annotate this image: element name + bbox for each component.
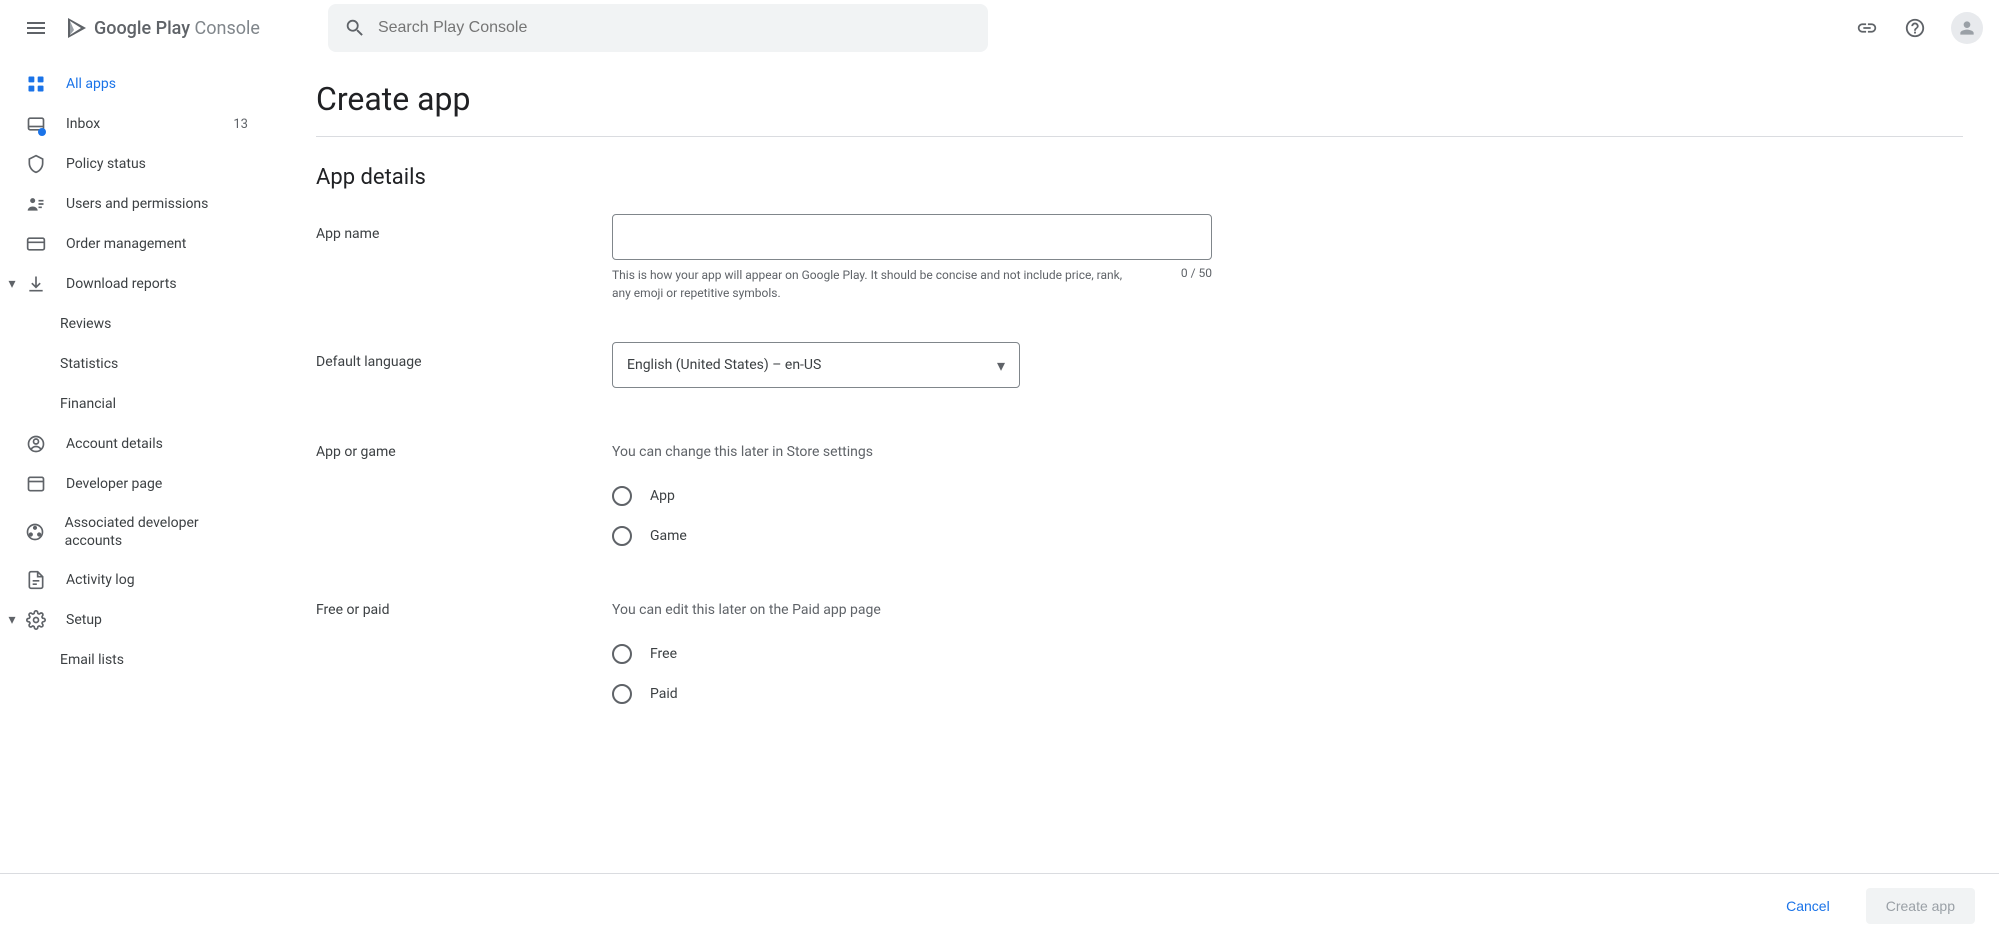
free-or-paid-row: Free or paid You can edit this later on …	[316, 602, 1963, 724]
footer-actions: Cancel Create app	[0, 873, 1999, 937]
notification-dot	[38, 128, 46, 136]
sidebar-item-label: Activity log	[66, 572, 135, 588]
sidebar-item-developer-page[interactable]: Developer page	[0, 464, 264, 504]
sidebar-item-label: Download reports	[66, 276, 177, 292]
gear-icon	[24, 608, 48, 632]
sidebar-item-all-apps[interactable]: All apps	[0, 64, 264, 104]
chevron-down-icon: ▾	[997, 356, 1005, 375]
radio-option-app[interactable]: App	[612, 486, 1212, 506]
sidebar-item-order-management[interactable]: Order management	[0, 224, 264, 264]
hamburger-menu-button[interactable]	[16, 8, 56, 48]
link-icon	[1856, 17, 1878, 39]
app-or-game-label: App or game	[316, 444, 612, 460]
user-avatar[interactable]	[1951, 12, 1983, 44]
app-name-row: App name This is how your app will appea…	[316, 214, 1963, 302]
sidebar-item-setup[interactable]: ▾ Setup	[0, 600, 264, 640]
web-icon	[24, 472, 48, 496]
app-name-input[interactable]	[612, 214, 1212, 260]
sidebar-item-inbox[interactable]: Inbox 13	[0, 104, 264, 144]
create-app-button[interactable]: Create app	[1866, 888, 1975, 924]
sidebar-item-label: Financial	[60, 396, 116, 412]
sidebar-item-label: All apps	[66, 76, 116, 92]
radio-label: Game	[650, 528, 687, 544]
sidebar-item-label: Setup	[66, 612, 102, 628]
app-name-helper: This is how your app will appear on Goog…	[612, 266, 1132, 302]
main-content: Create app App details App name This is …	[280, 56, 1999, 873]
default-language-select[interactable]: English (United States) – en-US ▾	[612, 342, 1020, 388]
radio-label: Free	[650, 646, 677, 662]
app-header: Google Play Console	[0, 0, 1999, 56]
download-icon	[24, 272, 48, 296]
inbox-badge: 13	[233, 117, 248, 132]
sidebar-item-download-reports[interactable]: ▾ Download reports	[0, 264, 264, 304]
sidebar-item-label: Associated developer accounts	[65, 514, 248, 550]
sidebar-item-email-lists[interactable]: Email lists	[0, 640, 264, 680]
sidebar-nav: All apps Inbox 13 Policy status Users an…	[0, 56, 280, 873]
radio-icon	[612, 644, 632, 664]
sidebar-item-users-permissions[interactable]: Users and permissions	[0, 184, 264, 224]
network-icon	[24, 520, 47, 544]
sidebar-item-account-details[interactable]: Account details	[0, 424, 264, 464]
free-or-paid-label: Free or paid	[316, 602, 612, 618]
users-icon	[24, 192, 48, 216]
sidebar-item-label: Inbox	[66, 116, 100, 132]
divider	[316, 136, 1963, 137]
cancel-button[interactable]: Cancel	[1766, 888, 1850, 924]
app-or-game-hint: You can change this later in Store setti…	[612, 444, 1212, 460]
header-actions	[1847, 8, 1983, 48]
sidebar-item-label: Policy status	[66, 156, 146, 172]
sidebar-item-financial[interactable]: Financial	[0, 384, 264, 424]
radio-icon	[612, 526, 632, 546]
link-button[interactable]	[1847, 8, 1887, 48]
search-container[interactable]	[328, 4, 988, 52]
caret-down-icon: ▾	[4, 276, 20, 292]
radio-icon	[612, 684, 632, 704]
radio-option-game[interactable]: Game	[612, 526, 1212, 546]
default-language-row: Default language English (United States)…	[316, 342, 1963, 388]
radio-label: App	[650, 488, 675, 504]
person-icon	[1957, 18, 1977, 38]
sidebar-item-activity-log[interactable]: Activity log	[0, 560, 264, 600]
app-name-label: App name	[316, 214, 612, 242]
free-or-paid-hint: You can edit this later on the Paid app …	[612, 602, 1212, 618]
sidebar-item-statistics[interactable]: Statistics	[0, 344, 264, 384]
file-icon	[24, 568, 48, 592]
sidebar-item-reviews[interactable]: Reviews	[0, 304, 264, 344]
radio-option-free[interactable]: Free	[612, 644, 1212, 664]
search-icon	[344, 17, 366, 39]
sidebar-item-associated-accounts[interactable]: Associated developer accounts	[0, 504, 264, 560]
search-input[interactable]	[378, 19, 972, 37]
section-title: App details	[316, 165, 1963, 190]
default-language-label: Default language	[316, 342, 612, 370]
help-icon	[1904, 17, 1926, 39]
help-button[interactable]	[1895, 8, 1935, 48]
caret-down-icon: ▾	[4, 612, 20, 628]
radio-option-paid[interactable]: Paid	[612, 684, 1212, 704]
sidebar-item-label: Email lists	[60, 652, 124, 668]
menu-icon	[24, 16, 48, 40]
play-logo-icon	[64, 16, 88, 40]
sidebar-item-label: Statistics	[60, 356, 118, 372]
play-console-logo[interactable]: Google Play Console	[64, 16, 260, 40]
person-circle-icon	[24, 432, 48, 456]
page-title: Create app	[316, 80, 1963, 118]
shield-icon	[24, 152, 48, 176]
char-counter: 0 / 50	[1181, 266, 1212, 302]
radio-label: Paid	[650, 686, 678, 702]
select-value: English (United States) – en-US	[627, 357, 821, 373]
sidebar-item-label: Users and permissions	[66, 196, 208, 212]
sidebar-item-label: Developer page	[66, 476, 162, 492]
card-icon	[24, 232, 48, 256]
sidebar-item-label: Order management	[66, 236, 186, 252]
app-or-game-row: App or game You can change this later in…	[316, 444, 1963, 546]
apps-icon	[24, 72, 48, 96]
radio-icon	[612, 486, 632, 506]
sidebar-item-label: Account details	[66, 436, 163, 452]
sidebar-item-label: Reviews	[60, 316, 111, 332]
sidebar-item-policy-status[interactable]: Policy status	[0, 144, 264, 184]
logo-text: Google Play Console	[94, 18, 260, 39]
